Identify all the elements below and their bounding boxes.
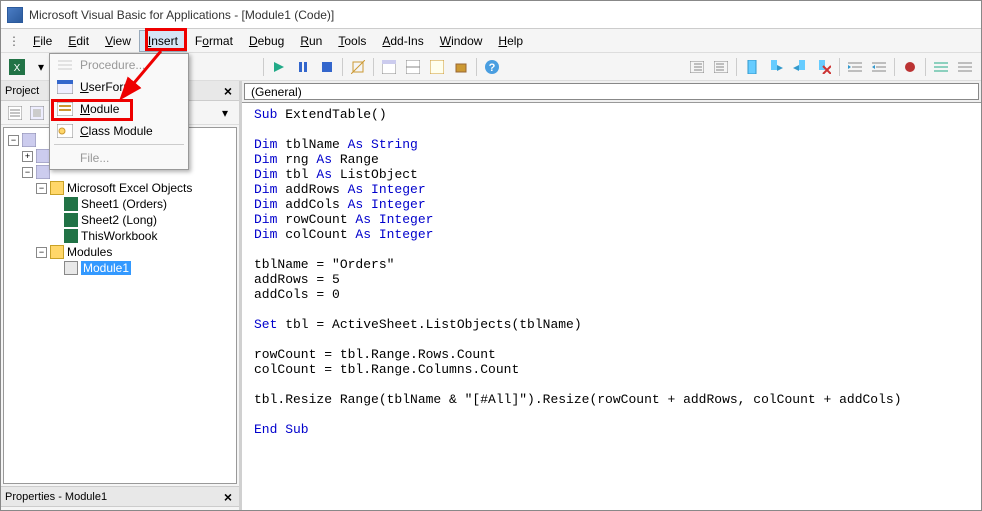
indent-icon[interactable] <box>844 56 866 78</box>
untabify-icon[interactable] <box>710 56 732 78</box>
app-icon <box>7 7 23 23</box>
tree-row-sheet2[interactable]: Sheet2 (Long) <box>6 212 234 228</box>
tree-row-excel-objects[interactable]: − Microsoft Excel Objects <box>6 180 234 196</box>
comment-icon[interactable] <box>930 56 952 78</box>
insert-userform[interactable]: UserForm <box>50 76 188 98</box>
tree-label-selected: Module1 <box>81 261 131 275</box>
tree-row-sheet1[interactable]: Sheet1 (Orders) <box>6 196 234 212</box>
code-header: (General) <box>242 81 981 103</box>
bookmark-clear-icon[interactable] <box>813 56 835 78</box>
bookmark-prev-icon[interactable] <box>789 56 811 78</box>
module-icon <box>64 261 78 275</box>
insert-procedure[interactable]: Procedure... <box>50 54 188 76</box>
folder-icon <box>50 245 64 259</box>
bookmark-next-icon[interactable] <box>765 56 787 78</box>
tree-row-thisworkbook[interactable]: ThisWorkbook <box>6 228 234 244</box>
worksheet-icon <box>64 213 78 227</box>
tabify-icon[interactable] <box>686 56 708 78</box>
procedure-icon <box>56 57 74 73</box>
pause-icon[interactable] <box>292 56 314 78</box>
menu-insert[interactable]: Insert <box>139 30 187 52</box>
properties-panel-close[interactable]: × <box>221 490 235 504</box>
userform-icon <box>56 79 74 95</box>
tree-label: ThisWorkbook <box>81 229 157 243</box>
properties-panel-header: Properties - Module1 × <box>1 487 239 507</box>
menu-window[interactable]: Window <box>432 31 491 51</box>
menu-help[interactable]: Help <box>490 31 531 51</box>
insert-file[interactable]: File... <box>50 147 188 169</box>
project-panel-close[interactable]: × <box>221 84 235 98</box>
workbook-icon <box>64 229 78 243</box>
properties-icon[interactable] <box>402 56 424 78</box>
view-object-icon[interactable] <box>27 103 47 123</box>
collapse-icon[interactable]: − <box>36 247 47 258</box>
vba-project-icon <box>36 149 50 163</box>
properties-panel: Properties - Module1 × <box>1 486 239 510</box>
worksheet-icon <box>64 197 78 211</box>
toolbox-icon[interactable] <box>450 56 472 78</box>
collapse-icon[interactable]: − <box>36 183 47 194</box>
tree-label: Modules <box>67 245 112 259</box>
insert-procedure-label: Procedure... <box>80 58 145 72</box>
tree-label: Microsoft Excel Objects <box>67 181 192 195</box>
object-dropdown-value: (General) <box>251 85 302 99</box>
menu-view[interactable]: View <box>97 31 139 51</box>
window-title: Microsoft Visual Basic for Applications … <box>29 8 334 22</box>
module-icon <box>56 101 74 117</box>
insert-module[interactable]: Module <box>50 98 188 120</box>
insert-class-module[interactable]: Class Module <box>50 120 188 142</box>
expand-icon[interactable]: + <box>22 151 33 162</box>
object-dropdown[interactable]: (General) <box>244 83 979 100</box>
help-icon[interactable]: ? <box>481 56 503 78</box>
svg-text:X: X <box>14 63 21 74</box>
menu-edit[interactable]: Edit <box>60 31 97 51</box>
project-tree[interactable]: − + − − Microsoft Excel Objects <box>3 127 237 484</box>
collapse-icon[interactable]: − <box>8 135 19 146</box>
uncomment-icon[interactable] <box>954 56 976 78</box>
menu-format[interactable]: Format <box>187 31 241 51</box>
run-icon[interactable] <box>268 56 290 78</box>
panel-dropdown-icon[interactable]: ▾ <box>215 103 235 123</box>
object-browser-icon[interactable] <box>426 56 448 78</box>
toolbar-right <box>685 56 977 78</box>
vba-project-icon <box>36 165 50 179</box>
outdent-icon[interactable] <box>868 56 890 78</box>
tree-label: Sheet2 (Long) <box>81 213 157 227</box>
code-panel: (General) Sub ExtendTable() Dim tblName … <box>239 81 981 510</box>
menu-debug[interactable]: Debug <box>241 31 292 51</box>
insert-file-label: File... <box>80 151 109 165</box>
menu-tools[interactable]: Tools <box>330 31 374 51</box>
insert-userform-label: UserForm <box>80 80 133 94</box>
tree-row-modules[interactable]: − Modules <box>6 244 234 260</box>
titlebar: Microsoft Visual Basic for Applications … <box>1 1 981 29</box>
properties-panel-title: Properties - Module1 <box>5 491 107 503</box>
menu-addins[interactable]: Add-Ins <box>374 31 431 51</box>
tree-label: Sheet1 (Orders) <box>81 197 167 211</box>
project-explorer-icon[interactable] <box>378 56 400 78</box>
design-mode-icon[interactable] <box>347 56 369 78</box>
insert-module-label: Module <box>80 102 119 116</box>
project-icon <box>22 133 36 147</box>
menubar: ⋮ File Edit View Insert Format Debug Run… <box>1 29 981 53</box>
bookmark-icon[interactable] <box>741 56 763 78</box>
file-icon <box>56 150 74 166</box>
menu-file[interactable]: File <box>25 31 60 51</box>
menu-separator <box>54 144 184 145</box>
insert-class-module-label: Class Module <box>80 124 153 138</box>
collapse-icon[interactable]: − <box>22 167 33 178</box>
code-editor[interactable]: Sub ExtendTable() Dim tblName As String … <box>242 103 981 510</box>
breakpoint-icon[interactable] <box>899 56 921 78</box>
folder-icon <box>50 181 64 195</box>
excel-icon[interactable]: X <box>6 56 28 78</box>
class-module-icon <box>56 123 74 139</box>
view-code-icon[interactable] <box>5 103 25 123</box>
stop-icon[interactable] <box>316 56 338 78</box>
svg-text:?: ? <box>489 62 496 74</box>
tree-row-module1[interactable]: Module1 <box>6 260 234 276</box>
insert-dropdown-menu: Procedure... UserForm Module Class Modul… <box>49 53 189 170</box>
menu-expand-icon[interactable]: ⋮ <box>7 34 21 48</box>
menu-run[interactable]: Run <box>292 31 330 51</box>
project-panel-title: Project <box>5 85 39 97</box>
